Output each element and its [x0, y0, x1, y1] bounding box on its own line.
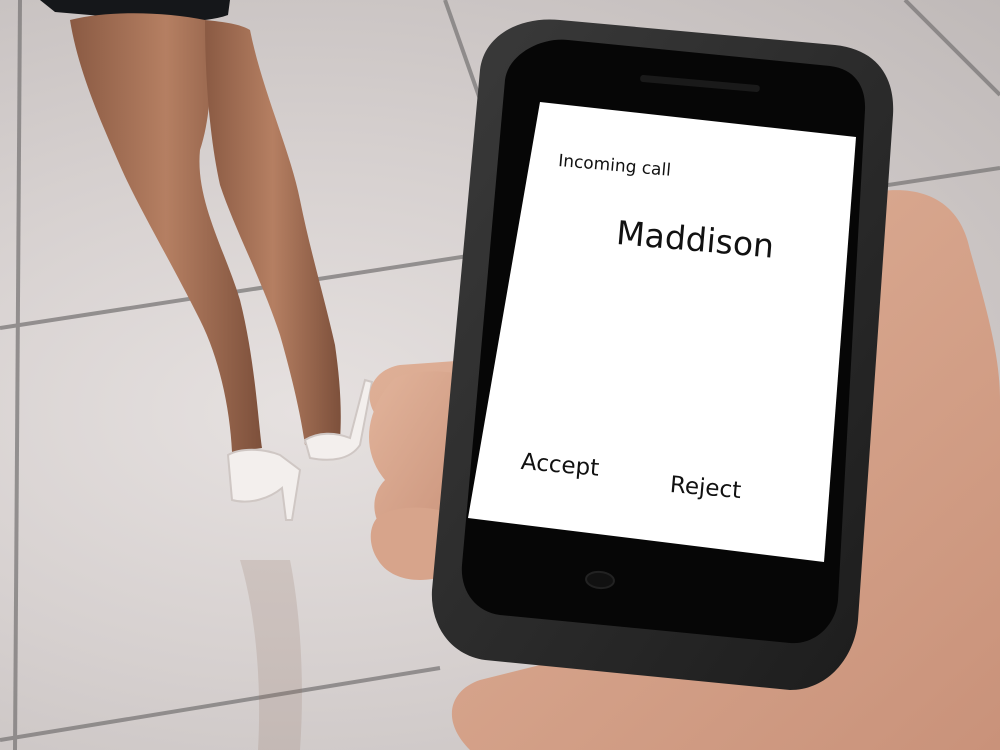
background-photo	[0, 0, 1000, 750]
photo-scene: Incoming call Maddison Accept Reject	[0, 0, 1000, 750]
leg-reflection	[240, 560, 302, 750]
reject-button[interactable]: Reject	[669, 472, 742, 504]
